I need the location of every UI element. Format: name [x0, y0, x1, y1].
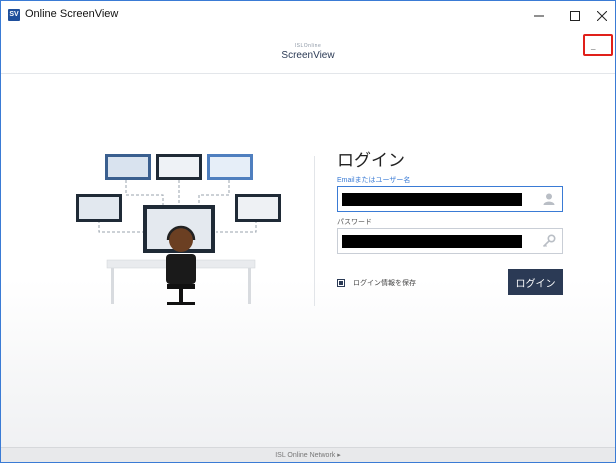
- maximize-icon: [570, 11, 580, 21]
- close-button[interactable]: [583, 3, 615, 29]
- user-icon: [543, 193, 555, 205]
- footer-network-link[interactable]: ISL Online Network ▸: [1, 447, 615, 462]
- email-field[interactable]: [337, 186, 563, 212]
- password-label: パスワード: [337, 219, 372, 226]
- login-area: ログイン Emailまたはユーザー名 パスワード ログイン情報を保存 ログイン: [1, 74, 615, 447]
- minimize-button[interactable]: [520, 3, 558, 29]
- redacted-value: [342, 235, 522, 248]
- remember-login-label: ログイン情報を保存: [353, 280, 416, 287]
- login-button[interactable]: ログイン: [508, 269, 563, 295]
- app-window: SV Online ScreenView ISLOnline ScreenVie…: [0, 0, 616, 463]
- title-bar: SV Online ScreenView: [1, 1, 615, 31]
- password-field[interactable]: [337, 228, 563, 254]
- screenview-logo: ScreenView: [281, 50, 335, 61]
- close-icon: [597, 11, 607, 21]
- redacted-value: [342, 193, 522, 206]
- remember-login-checkbox[interactable]: ログイン情報を保存: [337, 278, 416, 288]
- vertical-divider: [314, 156, 315, 306]
- app-icon: SV: [8, 9, 20, 21]
- checkbox-box[interactable]: [337, 279, 345, 287]
- remote-desktop-illustration: [76, 154, 281, 305]
- brand-tagline: ISLOnline: [294, 43, 322, 49]
- email-label: Emailまたはユーザー名: [337, 177, 411, 184]
- login-title: ログイン: [337, 151, 405, 170]
- minimize-panel-button[interactable]: _: [583, 34, 613, 56]
- app-header: ISLOnline ScreenView: [1, 31, 615, 74]
- minimize-icon: [534, 15, 544, 17]
- window-title: Online ScreenView: [25, 8, 119, 20]
- key-icon: [542, 234, 556, 248]
- minimize-panel-glyph: _: [591, 41, 596, 50]
